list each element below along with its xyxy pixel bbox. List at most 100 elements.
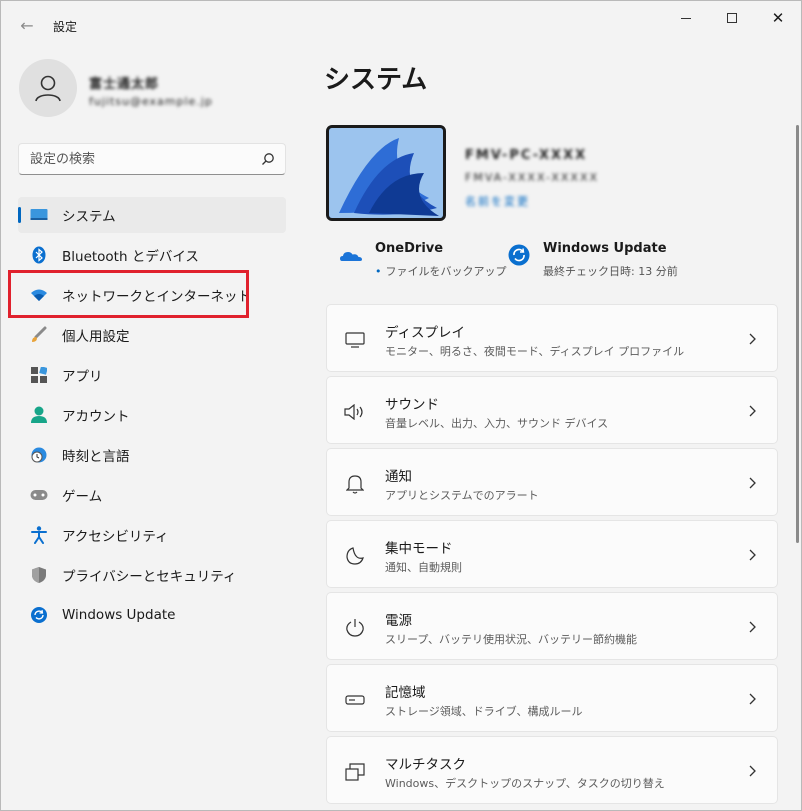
title-bar: ← 設定 ✕ (1, 1, 801, 49)
app-title: 設定 (53, 20, 78, 34)
sidebar-item-system[interactable]: システム (18, 197, 286, 233)
device-wallpaper-thumbnail (326, 125, 446, 221)
chevron-right-icon (749, 477, 756, 489)
card-notifications[interactable]: 通知 アプリとシステムでのアラート (326, 448, 778, 516)
onedrive-icon (340, 252, 362, 261)
quick-subtitle-text: ファイルをバックアップ (385, 265, 507, 278)
rename-link[interactable]: 名前を変更 (465, 193, 530, 209)
card-storage[interactable]: 記憶域 ストレージ領域、ドライブ、構成ルール (326, 664, 778, 732)
sidebar-item-label: Bluetooth とデバイス (62, 249, 199, 265)
update-icon (508, 244, 530, 266)
page-title: システム (324, 65, 428, 95)
card-display[interactable]: ディスプレイ モニター、明るさ、夜間モード、ディスプレイ プロファイル (326, 304, 778, 372)
chevron-right-icon (749, 765, 756, 777)
device-name: FMV-PC-XXXX (465, 148, 588, 163)
bloom-wallpaper-icon (329, 128, 443, 218)
moon-icon (344, 545, 366, 567)
card-subtitle: ストレージ領域、ドライブ、構成ルール (385, 705, 583, 718)
bluetooth-icon (30, 246, 48, 264)
sidebar-item-label: Windows Update (62, 607, 176, 623)
person-icon (35, 75, 61, 102)
accessibility-icon (30, 526, 48, 544)
card-power[interactable]: 電源 スリープ、バッテリ使用状況、バッテリー節約機能 (326, 592, 778, 660)
quick-windows-update[interactable]: Windows Update 最終チェック日時: 13 分前 (507, 239, 727, 283)
system-icon (30, 206, 48, 224)
quick-title: OneDrive (375, 241, 444, 256)
card-subtitle: モニター、明るさ、夜間モード、ディスプレイ プロファイル (385, 345, 685, 358)
apps-icon (30, 366, 48, 384)
card-title: 記憶域 (385, 685, 426, 701)
quick-onedrive[interactable]: OneDrive • ファイルをバックアップ (339, 239, 509, 283)
sidebar-item-accounts[interactable]: アカウント (18, 397, 286, 433)
gamepad-icon (30, 486, 48, 504)
card-title: マルチタスク (385, 757, 466, 773)
chevron-right-icon (749, 549, 756, 561)
sidebar-item-label: アカウント (62, 409, 130, 425)
quick-subtitle: 最終チェック日時: 13 分前 (543, 265, 678, 278)
sidebar-item-privacy[interactable]: プライバシーとセキュリティ (18, 557, 286, 593)
chevron-right-icon (749, 405, 756, 417)
device-model: FMVA-XXXX-XXXXX (465, 171, 600, 184)
shield-icon (30, 566, 48, 584)
power-icon (344, 617, 366, 639)
chevron-right-icon (749, 693, 756, 705)
user-email: fujitsu@example.jp (89, 95, 213, 108)
status-dot: • (375, 265, 382, 278)
sidebar-item-label: 個人用設定 (62, 329, 130, 345)
account-icon (30, 406, 48, 424)
back-arrow-icon: ← (20, 15, 34, 35)
time-language-icon (30, 446, 48, 464)
sidebar-item-label: アプリ (62, 369, 103, 385)
card-title: ディスプレイ (385, 325, 466, 341)
update-icon (30, 606, 48, 624)
sidebar-item-label: ゲーム (62, 489, 103, 505)
minimize-button[interactable] (663, 1, 709, 35)
back-button[interactable]: ← (13, 13, 41, 37)
sidebar-item-accessibility[interactable]: アクセシビリティ (18, 517, 286, 553)
sidebar-nav: システム Bluetooth とデバイス ネットワークとインターネット 個人用設… (18, 197, 286, 637)
multitask-icon (344, 761, 366, 783)
chevron-right-icon (749, 621, 756, 633)
sidebar-item-windows-update[interactable]: Windows Update (18, 597, 286, 633)
card-multitasking[interactable]: マルチタスク Windows、デスクトップのスナップ、タスクの切り替え (326, 736, 778, 804)
search-icon[interactable] (261, 152, 275, 166)
user-name: 富士通太郎 (89, 77, 160, 92)
sidebar-item-personalization[interactable]: 個人用設定 (18, 317, 286, 353)
sidebar-item-label: アクセシビリティ (62, 529, 169, 545)
quick-subtitle: • ファイルをバックアップ (375, 263, 507, 279)
sidebar-item-apps[interactable]: アプリ (18, 357, 286, 393)
chevron-right-icon (749, 333, 756, 345)
card-focus-assist[interactable]: 集中モード 通知、自動規則 (326, 520, 778, 588)
card-sound[interactable]: サウンド 音量レベル、出力、入力、サウンド デバイス (326, 376, 778, 444)
sidebar-item-gaming[interactable]: ゲーム (18, 477, 286, 513)
speaker-icon (344, 401, 366, 423)
highlight-annotation (8, 270, 249, 318)
search-box[interactable] (18, 143, 286, 175)
card-title: 電源 (385, 613, 412, 629)
display-icon (344, 329, 366, 351)
card-subtitle: アプリとシステムでのアラート (385, 489, 539, 502)
maximize-button[interactable] (709, 1, 755, 35)
minimize-icon (681, 17, 691, 19)
sidebar-item-label: プライバシーとセキュリティ (62, 569, 237, 585)
close-button[interactable]: ✕ (755, 1, 801, 35)
sidebar-item-bluetooth[interactable]: Bluetooth とデバイス (18, 237, 286, 273)
sidebar-item-time-language[interactable]: 時刻と言語 (18, 437, 286, 473)
search-input[interactable] (19, 144, 255, 174)
card-subtitle: 音量レベル、出力、入力、サウンド デバイス (385, 417, 609, 430)
brush-icon (30, 326, 48, 344)
avatar[interactable] (19, 59, 77, 117)
sidebar-item-label: システム (62, 209, 116, 225)
scrollbar-thumb[interactable] (796, 125, 799, 543)
quick-title: Windows Update (543, 241, 667, 256)
card-title: サウンド (385, 397, 439, 413)
card-title: 集中モード (385, 541, 453, 557)
maximize-icon (727, 13, 737, 23)
card-title: 通知 (385, 469, 412, 485)
storage-icon (344, 689, 366, 711)
settings-card-list: ディスプレイ モニター、明るさ、夜間モード、ディスプレイ プロファイル サウンド… (326, 304, 778, 808)
settings-window: ← 設定 ✕ 富士通太郎 fujitsu@example.jp 設定の検索 シス… (0, 0, 802, 811)
card-subtitle: 通知、自動規則 (385, 561, 462, 574)
sidebar-item-label: 時刻と言語 (62, 449, 130, 465)
close-icon: ✕ (771, 8, 785, 27)
